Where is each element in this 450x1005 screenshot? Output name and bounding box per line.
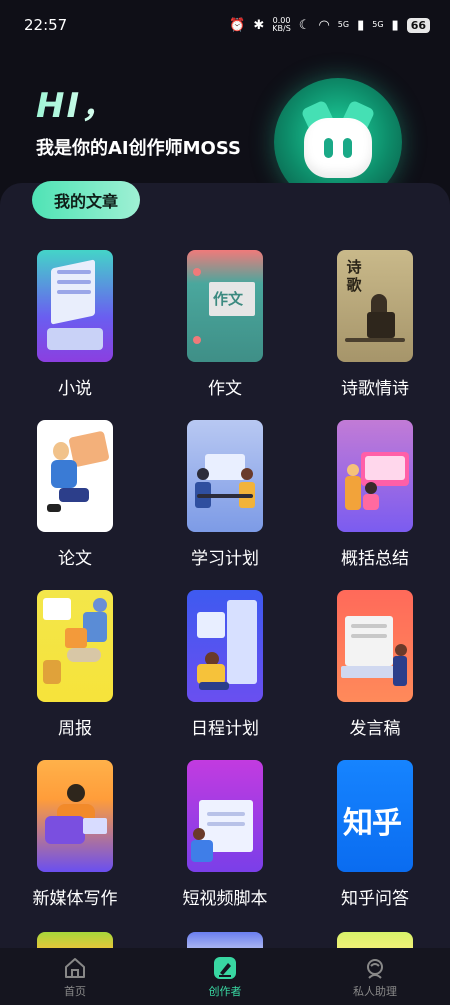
battery-indicator: 66 <box>406 17 430 33</box>
essay-thumbnail: 作文 <box>187 250 263 362</box>
category-short-video-script[interactable]: 短视频脚本 <box>150 760 300 909</box>
signal-2-label: 5G <box>372 20 384 29</box>
speech-thumbnail <box>337 590 413 702</box>
mascot-right-eye <box>343 138 352 158</box>
poetry-thumb-text: 诗歌 <box>346 258 362 294</box>
category-novel[interactable]: 小说 <box>0 250 150 399</box>
weekly-report-thumbnail <box>37 590 113 702</box>
hero-banner: HI， 我是你的AI创作师MOSS <box>0 50 450 206</box>
category-paper[interactable]: 论文 <box>0 420 150 569</box>
poetry-thumbnail: 诗歌 <box>337 250 413 362</box>
bottom-tab-bar: 首页 创作者 私人助理 <box>0 948 450 1005</box>
essay-thumb-text: 作文 <box>213 290 244 308</box>
network-speed: 0.00 KB/S <box>272 17 291 33</box>
category-speech[interactable]: 发言稿 <box>300 590 450 739</box>
pen-icon <box>150 955 300 981</box>
zhihu-qa-thumbnail: 知乎 <box>337 760 413 872</box>
new-media-thumbnail <box>37 760 113 872</box>
mascot-left-eye <box>324 138 333 158</box>
study-plan-thumbnail <box>187 420 263 532</box>
network-speed-unit: KB/S <box>272 24 291 33</box>
tab-label: 创作者 <box>208 984 242 998</box>
status-icons: ⏰ ✱ 0.00 KB/S ☾ ◠ 5G ▮ 5G ▮ 66 <box>229 17 430 33</box>
signal-2-icon: ▮ <box>391 17 399 33</box>
category-label: 周报 <box>58 719 92 739</box>
hero-subtitle: 我是你的AI创作师MOSS <box>36 138 241 159</box>
category-label: 知乎问答 <box>341 889 409 909</box>
summary-thumbnail <box>337 420 413 532</box>
tab-label: 私人助理 <box>353 984 397 998</box>
category-schedule[interactable]: 日程计划 <box>150 590 300 739</box>
category-essay[interactable]: 作文 作文 <box>150 250 300 399</box>
category-weekly-report[interactable]: 周报 <box>0 590 150 739</box>
zhihu-thumb-text: 知乎 <box>343 806 402 841</box>
wifi-icon: ◠ <box>318 17 330 33</box>
tab-home[interactable]: 首页 <box>0 955 150 999</box>
category-label: 论文 <box>58 549 92 569</box>
schedule-thumbnail <box>187 590 263 702</box>
alarm-icon: ⏰ <box>229 17 246 33</box>
category-zhihu-qa[interactable]: 知乎 知乎问答 <box>300 760 450 909</box>
category-label: 诗歌情诗 <box>341 379 409 399</box>
status-bar: 22:57 ⏰ ✱ 0.00 KB/S ☾ ◠ 5G ▮ 5G ▮ 66 <box>0 0 450 50</box>
signal-1-label: 5G <box>337 20 350 29</box>
short-video-script-thumbnail <box>187 760 263 872</box>
paper-thumbnail <box>37 420 113 532</box>
category-label: 发言稿 <box>349 719 401 739</box>
status-time: 22:57 <box>24 16 68 34</box>
category-new-media[interactable]: 新媒体写作 <box>0 760 150 909</box>
category-label: 学习计划 <box>191 549 259 569</box>
tab-creator[interactable]: 创作者 <box>150 955 300 999</box>
category-label: 短视频脚本 <box>182 889 268 909</box>
tab-label: 首页 <box>64 984 86 998</box>
tab-assistant[interactable]: 私人助理 <box>300 955 450 999</box>
mascot-face <box>304 118 372 178</box>
my-articles-button[interactable]: 我的文章 <box>32 181 140 219</box>
category-label: 日程计划 <box>191 719 259 739</box>
category-summary[interactable]: 概括总结 <box>300 420 450 569</box>
signal-1-icon: ▮ <box>357 17 365 33</box>
category-study-plan[interactable]: 学习计划 <box>150 420 300 569</box>
hero-greeting: HI， <box>36 78 117 127</box>
category-label: 作文 <box>208 379 242 399</box>
category-poetry[interactable]: 诗歌 诗歌情诗 <box>300 250 450 399</box>
category-label: 小说 <box>58 379 92 399</box>
category-label: 新媒体写作 <box>32 889 118 909</box>
assistant-icon <box>300 955 450 981</box>
home-icon <box>0 955 150 981</box>
bluetooth-icon: ✱ <box>253 17 265 33</box>
category-label: 概括总结 <box>341 549 409 569</box>
novel-thumbnail <box>37 250 113 362</box>
moon-icon: ☾ <box>298 17 311 33</box>
